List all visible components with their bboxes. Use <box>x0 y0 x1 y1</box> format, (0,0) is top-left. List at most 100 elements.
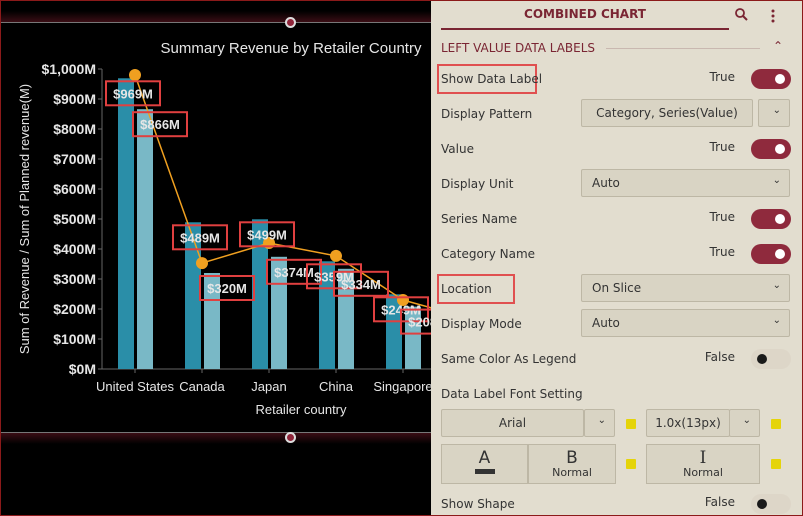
row-value: Value True <box>441 136 791 162</box>
italic-icon: I <box>699 448 707 468</box>
more-options-icon[interactable] <box>765 7 781 23</box>
chart-area: Summary Revenue by Retailer Country Sum … <box>0 0 432 516</box>
bar-revenue <box>118 78 134 370</box>
location-select[interactable]: On Slice ⌄ <box>581 274 790 302</box>
font-color-button[interactable]: A <box>441 444 528 484</box>
font-family-value: Arial <box>498 416 527 430</box>
font-family-select[interactable]: Arial <box>441 409 584 437</box>
chart-resize-bar-bottom[interactable] <box>1 432 432 444</box>
x-tick-label: Canada <box>179 379 225 394</box>
section-divider <box>606 48 760 49</box>
display-unit-value: Auto <box>592 176 620 190</box>
font-family-color-swatch[interactable] <box>626 419 636 429</box>
x-tick-label: Singapore <box>373 379 432 394</box>
y-tick-label: $0M <box>69 361 96 377</box>
bold-value: Normal <box>552 466 592 479</box>
chevron-down-icon: ⌄ <box>772 105 781 116</box>
same-color-value: False <box>704 350 735 364</box>
category-name-label: Category Name <box>441 247 536 261</box>
data-label: $499M <box>247 227 287 242</box>
font-setting-label: Data Label Font Setting <box>441 387 583 401</box>
x-tick-label: China <box>319 379 354 394</box>
font-size-select[interactable]: 1.0x(13px) <box>646 409 730 437</box>
font-italic-button[interactable]: I Normal <box>646 444 760 484</box>
app-root: Summary Revenue by Retailer Country Sum … <box>0 0 803 516</box>
show-data-label-toggle[interactable] <box>751 69 791 89</box>
axes: $0M $100M $200M $300M $400M $500M $600M $700M $8… <box>42 61 432 394</box>
font-italic-color-swatch[interactable] <box>771 459 781 469</box>
display-pattern-dropdown-button[interactable]: ⌄ <box>758 99 790 127</box>
font-bold-button[interactable]: B Normal <box>528 444 616 484</box>
chevron-down-icon: ⌄ <box>772 175 781 186</box>
y-tick-label: $700M <box>53 151 96 167</box>
show-shape-label: Show Shape <box>441 497 515 511</box>
x-tick-label: United States <box>96 379 175 394</box>
row-show-data-label: Show Data Label True <box>437 64 791 94</box>
search-icon[interactable] <box>734 7 750 23</box>
x-axis-label: Retailer country <box>255 402 347 417</box>
y-tick-label: $800M <box>53 121 96 137</box>
value-label: Value <box>441 142 474 156</box>
panel-title-tab[interactable]: COMBINED CHART <box>441 7 729 21</box>
data-label: $866M <box>140 117 180 132</box>
chevron-down-icon: ⌄ <box>597 415 606 426</box>
show-data-label-value: True <box>709 70 736 84</box>
display-pattern-label: Display Pattern <box>441 107 533 121</box>
display-pattern-select[interactable]: Category, Series(Value) <box>581 99 753 127</box>
y-tick-label: $500M <box>53 211 96 227</box>
chevron-down-icon: ⌄ <box>742 415 751 426</box>
row-same-color-as-legend: Same Color As Legend False <box>441 346 791 372</box>
font-family-dropdown-button[interactable]: ⌄ <box>584 409 615 437</box>
data-label: $489M <box>180 230 220 245</box>
font-color-bar <box>474 469 495 474</box>
section-header-left-value-data-labels[interactable]: LEFT VALUE DATA LABELS ⌃ <box>441 39 793 57</box>
chevron-down-icon: ⌄ <box>772 280 781 291</box>
y-tick-label: $400M <box>53 241 96 257</box>
font-color-icon: A <box>478 448 491 468</box>
y-axis-label: Sum of Revenue / Sum of Planned revenue(… <box>17 84 32 354</box>
category-name-toggle[interactable] <box>751 244 791 264</box>
properties-panel: COMBINED CHART LEFT VALUE DATA LABELS ⌃ … <box>431 0 803 516</box>
y-tick-label: $1,000M <box>42 61 96 77</box>
font-bold-color-swatch[interactable] <box>626 459 636 469</box>
row-show-shape: Show Shape False <box>441 491 791 516</box>
display-unit-label: Display Unit <box>441 177 514 191</box>
font-size-color-swatch[interactable] <box>771 419 781 429</box>
display-unit-select[interactable]: Auto ⌄ <box>581 169 790 197</box>
chart-title: Summary Revenue by Retailer Country <box>161 40 422 57</box>
section-title: LEFT VALUE DATA LABELS <box>441 41 596 55</box>
y-tick-label: $600M <box>53 181 96 197</box>
value-toggle[interactable] <box>751 139 791 159</box>
series-name-label: Series Name <box>441 212 518 226</box>
data-labels: $969M$866M$489M$320M$499M$374M $359M$334M… <box>105 80 432 335</box>
italic-value: Normal <box>683 466 723 479</box>
panel-header: COMBINED CHART <box>431 1 803 31</box>
line-point <box>129 69 141 81</box>
same-color-toggle[interactable] <box>751 349 791 369</box>
value-value: True <box>709 140 736 154</box>
data-label: $208M <box>408 315 432 330</box>
show-shape-toggle[interactable] <box>751 494 791 514</box>
bar-planned <box>137 109 153 369</box>
row-category-name: Category Name True <box>441 241 791 267</box>
y-tick-label: $900M <box>53 91 96 107</box>
font-size-dropdown-button[interactable]: ⌄ <box>729 409 760 437</box>
data-label: $320M <box>207 281 247 296</box>
chevron-up-icon[interactable]: ⌃ <box>773 39 783 53</box>
y-tick-label: $200M <box>53 301 96 317</box>
display-mode-select[interactable]: Auto ⌄ <box>581 309 790 337</box>
font-size-value: 1.0x(13px) <box>655 416 721 430</box>
same-color-label: Same Color As Legend <box>441 352 577 366</box>
row-series-name: Series Name True <box>441 206 791 232</box>
category-name-value: True <box>709 245 736 259</box>
tab-underline <box>441 28 729 30</box>
row-font-setting: Data Label Font Setting <box>441 381 791 407</box>
chevron-down-icon: ⌄ <box>772 315 781 326</box>
series-name-value: True <box>709 210 736 224</box>
y-tick-label: $300M <box>53 271 96 287</box>
location-value: On Slice <box>592 281 642 295</box>
bold-icon: B <box>566 448 578 468</box>
display-mode-value: Auto <box>592 316 620 330</box>
resize-handle-bottom[interactable] <box>285 432 296 443</box>
series-name-toggle[interactable] <box>751 209 791 229</box>
